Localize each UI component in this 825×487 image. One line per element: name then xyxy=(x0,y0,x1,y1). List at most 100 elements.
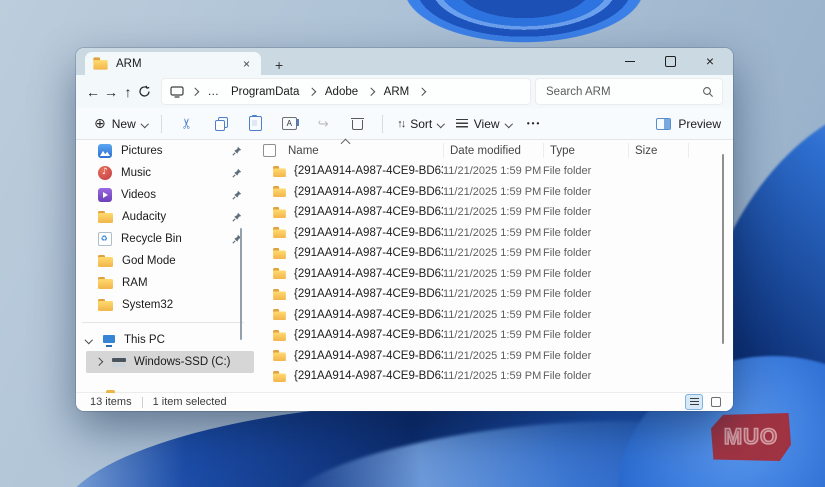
muo-watermark: MUO xyxy=(711,413,791,461)
recycle-bin-icon xyxy=(98,232,112,246)
breadcrumb-item[interactable]: ARM xyxy=(382,85,412,99)
sidebar-scrollbar[interactable] xyxy=(240,228,242,340)
file-type: File folder xyxy=(543,185,592,198)
copy-button[interactable] xyxy=(204,111,238,137)
file-row[interactable]: {291AA914-A987-4CE9-BD63-0C0A92... 11/21… xyxy=(254,284,733,305)
view-toggles xyxy=(685,394,725,410)
file-list-scrollbar[interactable] xyxy=(721,154,724,344)
column-header-date-modified[interactable]: Date modified xyxy=(443,143,543,158)
desktop: MUO ARM × + × ← → ↑ … ProgramData Adobe … xyxy=(0,0,825,487)
delete-button[interactable] xyxy=(340,111,374,137)
details-view-toggle[interactable] xyxy=(685,394,703,410)
sidebar: Pictures Music Videos Audacity Recycle B xyxy=(76,140,254,393)
sidebar-item-label: System32 xyxy=(122,299,174,311)
sidebar-item[interactable]: Music xyxy=(76,162,254,184)
file-name: {291AA914-A987-4CE9-BD63-0C0A92... xyxy=(294,226,443,239)
paste-button[interactable] xyxy=(238,111,272,137)
folder-icon xyxy=(273,350,286,361)
sidebar-item[interactable]: Videos xyxy=(76,184,254,206)
folder-icon xyxy=(273,227,286,238)
share-button[interactable]: ↪ xyxy=(306,111,340,137)
refresh-button[interactable] xyxy=(138,80,151,104)
sidebar-separator xyxy=(82,322,244,323)
file-date-modified: 11/21/2025 1:59 PM xyxy=(443,308,542,321)
plus-circle-icon: ⊕ xyxy=(94,115,106,131)
breadcrumb-overflow[interactable]: … xyxy=(206,85,222,99)
large-icons-view-toggle[interactable] xyxy=(707,394,725,410)
column-header-row: Name Date modified Type Size xyxy=(254,138,733,161)
toolbar-divider xyxy=(382,114,384,133)
file-row[interactable]: {291AA914-A987-4CE9-BD63-0C0A92... 11/21… xyxy=(254,161,733,182)
search-input[interactable] xyxy=(544,84,702,99)
folder-icon xyxy=(273,186,286,197)
sidebar-item-this-pc[interactable]: This PC xyxy=(76,329,254,351)
ellipsis-icon: ••• xyxy=(526,119,542,128)
column-header-type[interactable]: Type xyxy=(543,143,628,158)
sort-button[interactable]: ↑↓ Sort xyxy=(391,111,450,137)
sidebar-item[interactable]: Pictures xyxy=(76,140,254,162)
preview-button[interactable]: Preview xyxy=(656,117,721,131)
file-type: File folder xyxy=(543,308,592,321)
column-header-size[interactable]: Size xyxy=(628,143,688,158)
file-date-modified: 11/21/2025 1:59 PM xyxy=(443,165,542,178)
select-all-checkbox[interactable] xyxy=(263,144,276,157)
file-row[interactable]: {291AA914-A987-4CE9-BD63-0C0A92... 11/21… xyxy=(254,366,733,387)
file-row[interactable]: {291AA914-A987-4CE9-BD63-0C0A92... 11/21… xyxy=(254,182,733,203)
folder-icon xyxy=(273,329,286,341)
minimize-button[interactable] xyxy=(617,52,643,70)
view-button[interactable]: View xyxy=(450,111,517,137)
window-controls: × xyxy=(617,51,723,71)
new-label: New xyxy=(111,116,136,131)
sidebar-item-label: Windows-SSD (C:) xyxy=(134,356,231,368)
more-options-button[interactable]: ••• xyxy=(517,111,551,137)
folder-icon xyxy=(273,268,286,279)
sidebar-item-label: Music xyxy=(121,167,152,179)
file-row[interactable]: {291AA914-A987-4CE9-BD63-0C0A92... 11/21… xyxy=(254,264,733,285)
maximize-button[interactable] xyxy=(657,52,683,70)
tab-arm[interactable]: ARM × xyxy=(85,52,261,75)
pin-icon xyxy=(232,212,242,222)
file-row[interactable]: {291AA914-A987-4CE9-BD63-0C0A92... 11/21… xyxy=(254,243,733,264)
sidebar-item[interactable]: Audacity xyxy=(76,206,254,228)
back-button[interactable]: ← xyxy=(86,80,100,104)
chevron-down-icon[interactable] xyxy=(84,336,94,344)
tab-bar: ARM × + × xyxy=(76,48,733,75)
preview-pane-icon xyxy=(656,117,672,130)
sidebar-item[interactable]: God Mode xyxy=(76,250,254,272)
file-date-modified: 11/21/2025 1:59 PM xyxy=(443,370,542,383)
file-date-modified: 11/21/2025 1:59 PM xyxy=(443,349,542,362)
sidebar-item[interactable]: RAM xyxy=(76,272,254,294)
file-row[interactable]: {291AA914-A987-4CE9-BD63-0C0A92... 11/21… xyxy=(254,305,733,326)
breadcrumb-item[interactable]: Adobe xyxy=(323,85,360,99)
file-type: File folder xyxy=(543,370,592,383)
sidebar-item-windows-ssd[interactable]: Windows-SSD (C:) xyxy=(86,351,254,373)
chevron-down-icon xyxy=(437,119,445,128)
file-row[interactable]: {291AA914-A987-4CE9-BD63-0C0A92... 11/21… xyxy=(254,223,733,244)
sidebar-item[interactable]: System32 xyxy=(76,294,254,316)
sidebar-item[interactable]: Recycle Bin xyxy=(76,228,254,250)
new-button[interactable]: ⊕ New xyxy=(88,111,153,137)
chevron-down-icon xyxy=(140,119,149,128)
cut-button[interactable]: ✂ xyxy=(170,111,204,137)
forward-button[interactable]: → xyxy=(104,80,118,104)
file-row[interactable]: {291AA914-A987-4CE9-BD63-0C0A92... 11/21… xyxy=(254,346,733,367)
sidebar-item-label: RAM xyxy=(122,277,148,289)
share-icon: ↪ xyxy=(317,115,329,131)
sidebar-item-label: God Mode xyxy=(122,255,176,267)
chevron-right-icon[interactable] xyxy=(94,358,104,366)
rename-button[interactable]: A xyxy=(272,111,306,137)
up-button[interactable]: ↑ xyxy=(122,80,134,104)
tab-close-icon[interactable]: × xyxy=(240,58,253,70)
column-header-name[interactable]: Name xyxy=(280,145,443,157)
file-name: {291AA914-A987-4CE9-BD63-0C0A92... xyxy=(294,349,443,362)
this-pc-icon[interactable] xyxy=(170,85,184,98)
file-row[interactable]: {291AA914-A987-4CE9-BD63-0C0A92... 11/21… xyxy=(254,325,733,346)
sort-arrows-icon: ↑↓ xyxy=(397,117,406,130)
folder-icon xyxy=(98,298,113,312)
folder-icon xyxy=(98,276,113,290)
file-row[interactable]: {291AA914-A987-4CE9-BD63-0C0A92... 11/21… xyxy=(254,202,733,223)
close-button[interactable]: × xyxy=(697,52,723,70)
new-tab-button[interactable]: + xyxy=(275,58,283,72)
folder-icon xyxy=(273,165,286,177)
breadcrumb-item[interactable]: ProgramData xyxy=(229,85,301,99)
